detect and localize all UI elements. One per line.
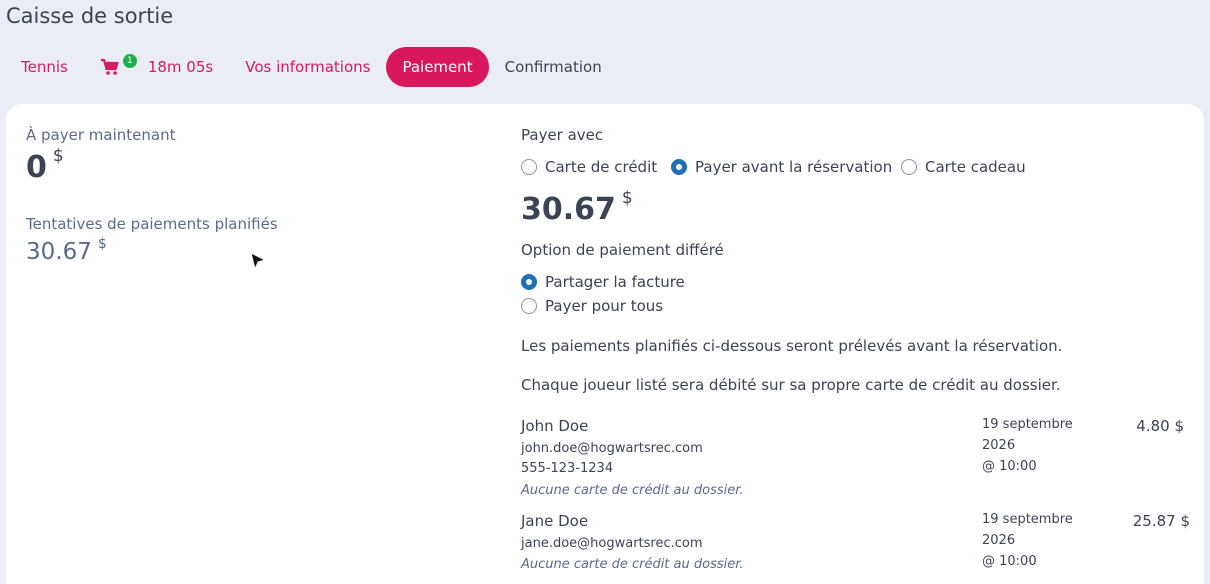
radio-credit-card[interactable] bbox=[521, 159, 537, 175]
method-credit-card[interactable]: Carte de crédit bbox=[521, 158, 657, 176]
player-name: Jane Doe bbox=[521, 512, 589, 530]
radio-gift-card[interactable] bbox=[901, 159, 917, 175]
method-pay-before-booking[interactable]: Payer avant la réservation bbox=[671, 158, 892, 176]
player-card-note: Aucune carte de crédit au dossier. bbox=[521, 483, 744, 498]
player-time: @ 10:00 bbox=[982, 554, 1037, 569]
cart-timer[interactable]: 1 18m 05s bbox=[84, 47, 229, 87]
player-phone: 555-123-1234 bbox=[521, 461, 614, 476]
player-name: John Doe bbox=[521, 417, 589, 435]
step-payment[interactable]: Paiement bbox=[386, 47, 489, 87]
step-confirmation[interactable]: Confirmation bbox=[489, 47, 618, 87]
deferred-option-label: Option de paiement différé bbox=[521, 241, 724, 259]
player-card-note: Aucune carte de crédit au dossier. bbox=[521, 557, 744, 572]
planned-payments-amount: 30.67 $ bbox=[26, 236, 107, 265]
planned-payments-label: Tentatives de paiements planifiés bbox=[26, 215, 278, 233]
player-date: 19 septembre bbox=[982, 512, 1073, 527]
info-line-2: Chaque joueur listé sera débité sur sa p… bbox=[521, 376, 1061, 394]
pay-now-amount: 0 $ bbox=[26, 146, 64, 185]
player-amount: 25.87 $ bbox=[1132, 512, 1190, 530]
cart-count-badge: 1 bbox=[122, 54, 137, 68]
step-tennis[interactable]: Tennis bbox=[5, 47, 84, 87]
info-line-1: Les paiements planifiés ci-dessous seron… bbox=[521, 337, 1063, 355]
player-time: @ 10:00 bbox=[982, 459, 1037, 474]
cart-icon[interactable]: 1 bbox=[100, 54, 137, 76]
radio-pay-for-all[interactable] bbox=[521, 298, 537, 314]
player-year: 2026 bbox=[982, 438, 1016, 453]
pay-now-label: À payer maintenant bbox=[26, 126, 176, 144]
player-date: 19 septembre bbox=[982, 417, 1073, 432]
radio-split-bill[interactable] bbox=[521, 274, 537, 290]
payment-card: À payer maintenant 0 $ Tentatives de paie… bbox=[6, 104, 1204, 584]
step-info[interactable]: Vos informations bbox=[229, 47, 386, 87]
player-amount: 4.80 $ bbox=[1136, 417, 1184, 435]
player-year: 2026 bbox=[982, 533, 1016, 548]
mouse-cursor-icon bbox=[250, 252, 267, 271]
player-email: john.doe@hogwartsrec.com bbox=[521, 441, 703, 456]
pay-with-label: Payer avec bbox=[521, 126, 604, 144]
player-email: jane.doe@hogwartsrec.com bbox=[521, 536, 703, 551]
checkout-steps: Tennis 1 18m 05s Vos informations Paieme… bbox=[5, 47, 618, 87]
timer-text: 18m 05s bbox=[147, 58, 214, 76]
deferred-split-bill[interactable]: Partager la facture bbox=[521, 273, 685, 291]
method-gift-card[interactable]: Carte cadeau bbox=[901, 158, 1026, 176]
deferred-pay-for-all[interactable]: Payer pour tous bbox=[521, 297, 663, 315]
page-title: Caisse de sortie bbox=[6, 4, 174, 28]
total-amount: 30.67 $ bbox=[521, 188, 633, 227]
radio-pay-before-booking[interactable] bbox=[671, 159, 687, 175]
